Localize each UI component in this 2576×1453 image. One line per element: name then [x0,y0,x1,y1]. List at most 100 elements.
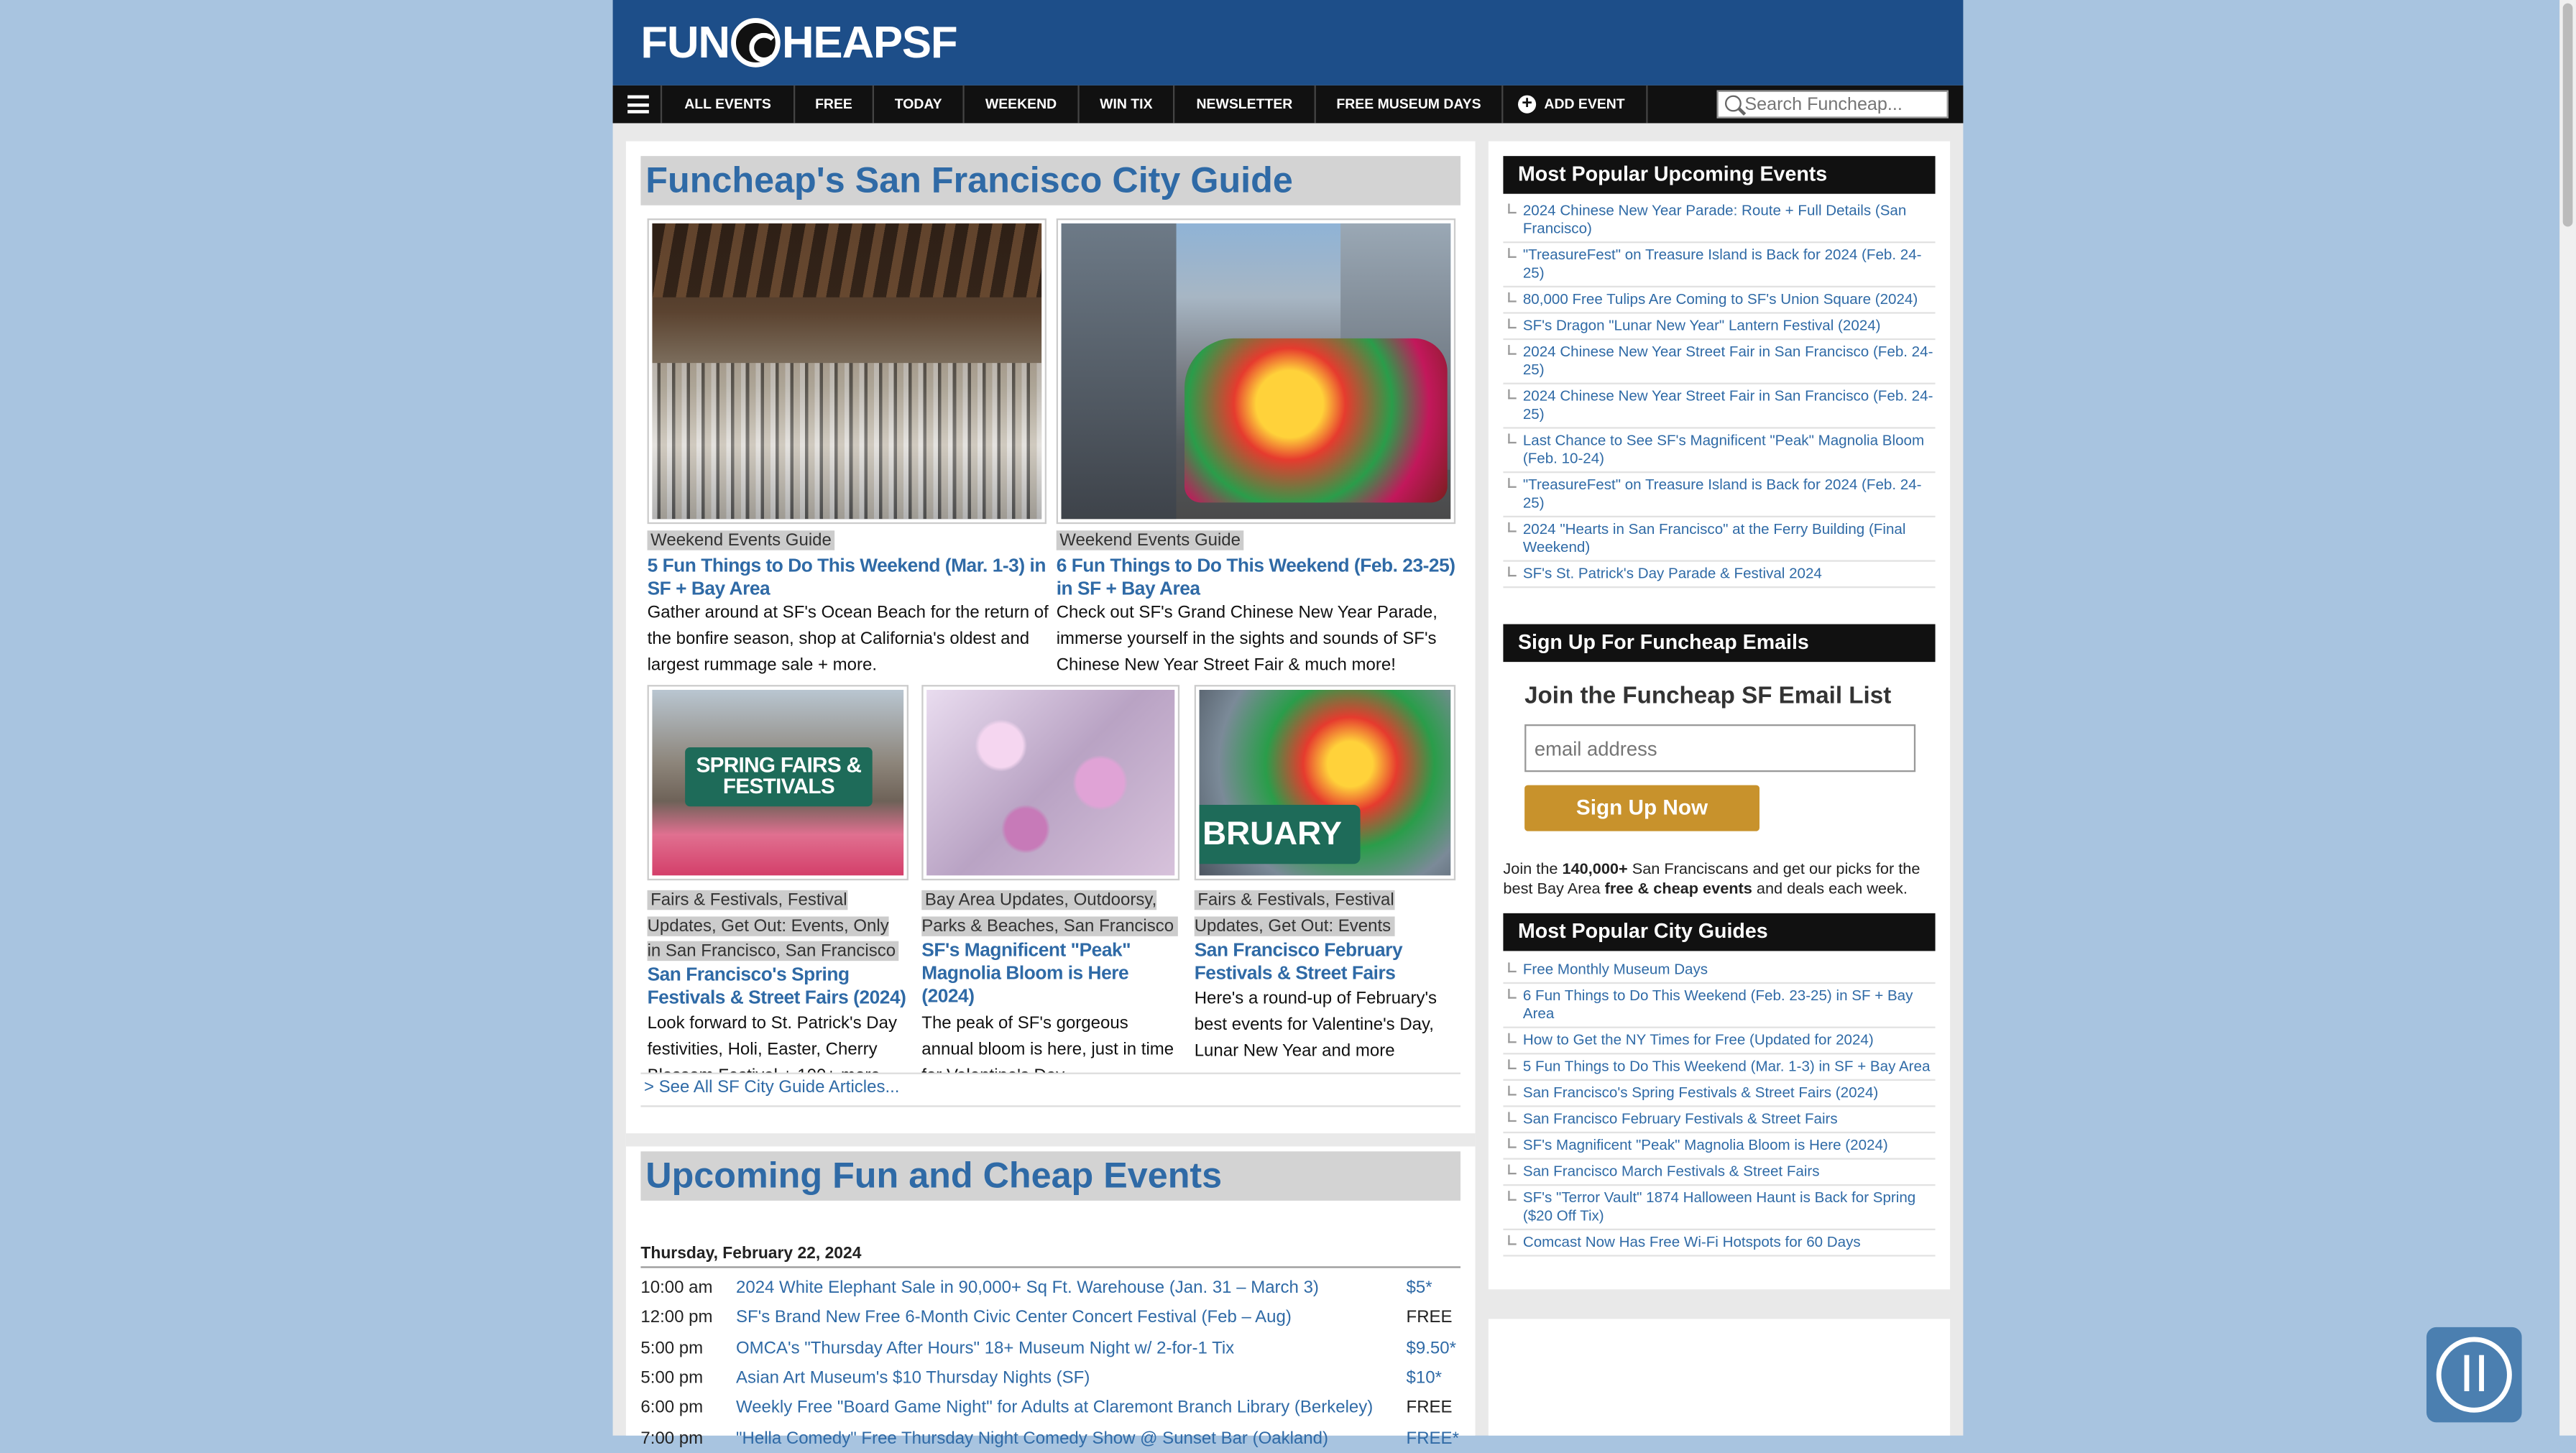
divider [640,1105,1460,1107]
event-link[interactable]: Weekly Free "Board Game Night" for Adult… [736,1393,1373,1423]
card-category: Weekend Events Guide [1056,529,1459,554]
event-link[interactable]: Asian Art Museum's $10 Thursday Nights (… [736,1363,1090,1393]
see-all-link[interactable]: > See All SF City Guide Articles... [644,1077,899,1097]
nav-weekend[interactable]: WEEKEND [965,85,1080,124]
logo-text-heap: HEAP [781,17,903,67]
nav-add-event[interactable]: + ADD EVENT [1503,85,1648,124]
popular-event-link[interactable]: SF's Dragon "Lunar New Year" Lantern Fes… [1503,314,1936,341]
nav-free[interactable]: FREE [795,85,874,124]
nav-all-events[interactable]: ALL EVENTS [662,85,796,124]
event-price[interactable]: FREE* [1407,1424,1459,1453]
sidebar: Most Popular Upcoming Events 2024 Chines… [1488,141,1951,1290]
logo-c-icon [731,18,781,68]
card-title[interactable]: San Francisco's Spring Festivals & Stree… [648,964,911,1010]
page-wrapper: FUN HEAP SF ALL EVENTS FREE TODAY WEEKEND … [612,0,1964,1448]
sign-up-button[interactable]: Sign Up Now [1524,785,1760,831]
spring-fairs-banner: SPRING FAIRS & FESTIVALS [685,747,873,807]
city-guide-link[interactable]: 5 Fun Things to Do This Weekend (Mar. 1-… [1503,1054,1936,1081]
popular-event-link[interactable]: 2024 Chinese New Year Parade: Route + Fu… [1503,199,1936,244]
category-tag[interactable]: Bay Area Updates, Outdoorsy, Parks & Bea… [921,890,1177,936]
event-row: 5:00 pm OMCA's "Thursday After Hours" 18+… [640,1333,1460,1362]
event-link[interactable]: 2024 White Elephant Sale in 90,000+ Sq F… [736,1273,1319,1302]
city-guide-link[interactable]: SF's Magnificent "Peak" Magnolia Bloom i… [1503,1133,1936,1160]
page-scrollbar[interactable] [2559,0,2576,1436]
popular-event-link[interactable]: 2024 Chinese New Year Street Fair in San… [1503,384,1936,429]
event-link[interactable]: "Hella Comedy" Free Thursday Night Comed… [736,1424,1328,1453]
event-price: FREE [1406,1308,1453,1328]
city-guide-title: Funcheap's San Francisco City Guide [640,156,1460,206]
february-festival-photo: BRUARY [1199,689,1451,876]
popular-event-link[interactable]: SF's St. Patrick's Day Parade & Festival… [1503,562,1936,589]
popular-event-link[interactable]: Last Chance to See SF's Magnificent "Pea… [1503,429,1936,474]
signup-title: Sign Up For Funcheap Emails [1503,624,1936,663]
card-image[interactable]: SPRING FAIRS & FESTIVALS [647,685,908,881]
card-image[interactable] [921,685,1180,881]
event-link[interactable]: OMCA's "Thursday After Hours" 18+ Museum… [736,1333,1234,1362]
city-guide-link[interactable]: How to Get the NY Times for Free (Update… [1503,1028,1936,1055]
popular-events-list: 2024 Chinese New Year Parade: Route + Fu… [1503,199,1936,589]
event-time: 10:00 am [640,1278,713,1298]
card-image[interactable] [1056,218,1456,525]
card-title[interactable]: 6 Fun Things to Do This Weekend (Feb. 23… [1057,555,1459,601]
join-heading: Join the Funcheap SF Email List [1524,683,1892,710]
nav-free-museum-days[interactable]: FREE MUSEUM DAYS [1316,85,1504,124]
card-image[interactable]: BRUARY [1194,685,1456,881]
divider [640,1072,1460,1074]
card-category: Fairs & Festivals, Festival Updates, Get… [1194,889,1455,940]
february-banner: BRUARY [1199,804,1361,864]
main-nav: ALL EVENTS FREE TODAY WEEKEND WIN TIX NE… [612,85,1964,124]
card-category: Fairs & Festivals, Festival Updates, Get… [647,889,904,965]
accessibility-widget-button[interactable] [2426,1327,2522,1423]
city-guide-link[interactable]: San Francisco February Festivals & Stree… [1503,1107,1936,1134]
search-box[interactable] [1716,90,1949,119]
event-price[interactable]: $10* [1407,1363,1442,1393]
popular-event-link[interactable]: "TreasureFest" on Treasure Island is Bac… [1503,473,1936,517]
category-tag[interactable]: Weekend Events Guide [1056,530,1244,550]
popular-event-link[interactable]: "TreasureFest" on Treasure Island is Bac… [1503,243,1936,287]
city-guide-link[interactable]: San Francisco March Festivals & Street F… [1503,1160,1936,1186]
site-logo[interactable]: FUN HEAP SF [640,13,958,72]
search-input[interactable] [1744,91,1942,117]
city-guide-link[interactable]: 6 Fun Things to Do This Weekend (Feb. 23… [1503,984,1936,1028]
event-row: 5:00 pm Asian Art Museum's $10 Thursday N… [640,1363,1460,1393]
card-category: Weekend Events Guide [647,529,1050,554]
join-description: Join the 140,000+ San Franciscans and ge… [1503,860,1920,898]
logo-text-sf: SF [901,17,958,67]
category-tag[interactable]: Fairs & Festivals, Festival Updates, Get… [1194,890,1394,936]
popular-event-link[interactable]: 2024 Chinese New Year Street Fair in San… [1503,340,1936,384]
accessibility-icon [2436,1337,2512,1413]
logo-text-fun: FUN [640,17,730,67]
email-field[interactable] [1524,724,1916,772]
city-guide-link[interactable]: Comcast Now Has Free Wi-Fi Hotspots for … [1503,1230,1936,1257]
event-price[interactable]: $9.50* [1407,1333,1456,1362]
city-guide-link[interactable]: Free Monthly Museum Days [1503,958,1936,984]
search-icon [1724,95,1742,112]
nav-add-event-label: ADD EVENT [1544,95,1625,112]
card-title[interactable]: San Francisco February Festivals & Stree… [1195,939,1455,985]
city-guides-list: Free Monthly Museum Days 6 Fun Things to … [1503,958,1936,1257]
event-time: 12:00 pm [640,1308,713,1328]
nav-win-tix[interactable]: WIN TIX [1080,85,1175,124]
plus-circle-icon: + [1517,94,1537,114]
popular-event-link[interactable]: 80,000 Free Tulips Are Coming to SF's Un… [1503,287,1936,314]
spring-fairs-photo: SPRING FAIRS & FESTIVALS [652,689,904,876]
site-header: FUN HEAP SF [612,0,1964,86]
card-description: Check out SF's Grand Chinese New Year Pa… [1056,602,1438,675]
category-tag[interactable]: Fairs & Festivals, Festival Updates, Get… [647,890,899,961]
popular-event-link[interactable]: 2024 "Hearts in San Francisco" at the Fe… [1503,517,1936,562]
scrollbar-thumb[interactable] [2562,3,2573,227]
divider [640,1266,1460,1268]
nav-today[interactable]: TODAY [874,85,965,124]
menu-icon[interactable] [613,85,663,124]
city-guide-link[interactable]: SF's "Terror Vault" 1874 Halloween Haunt… [1503,1186,1936,1230]
event-price[interactable]: $5* [1407,1273,1432,1302]
nav-newsletter[interactable]: NEWSLETTER [1174,85,1316,124]
main-content: Funcheap's San Francisco City Guide Week… [625,141,1476,1448]
city-guide-link[interactable]: San Francisco's Spring Festivals & Stree… [1503,1081,1936,1107]
parade-photo [1061,223,1451,520]
card-title[interactable]: 5 Fun Things to Do This Weekend (Mar. 1-… [648,555,1050,601]
event-link[interactable]: SF's Brand New Free 6-Month Civic Center… [736,1303,1292,1332]
card-title[interactable]: SF's Magnificent "Peak" Magnolia Bloom i… [921,939,1179,1008]
card-image[interactable] [647,218,1046,525]
category-tag[interactable]: Weekend Events Guide [647,530,835,550]
